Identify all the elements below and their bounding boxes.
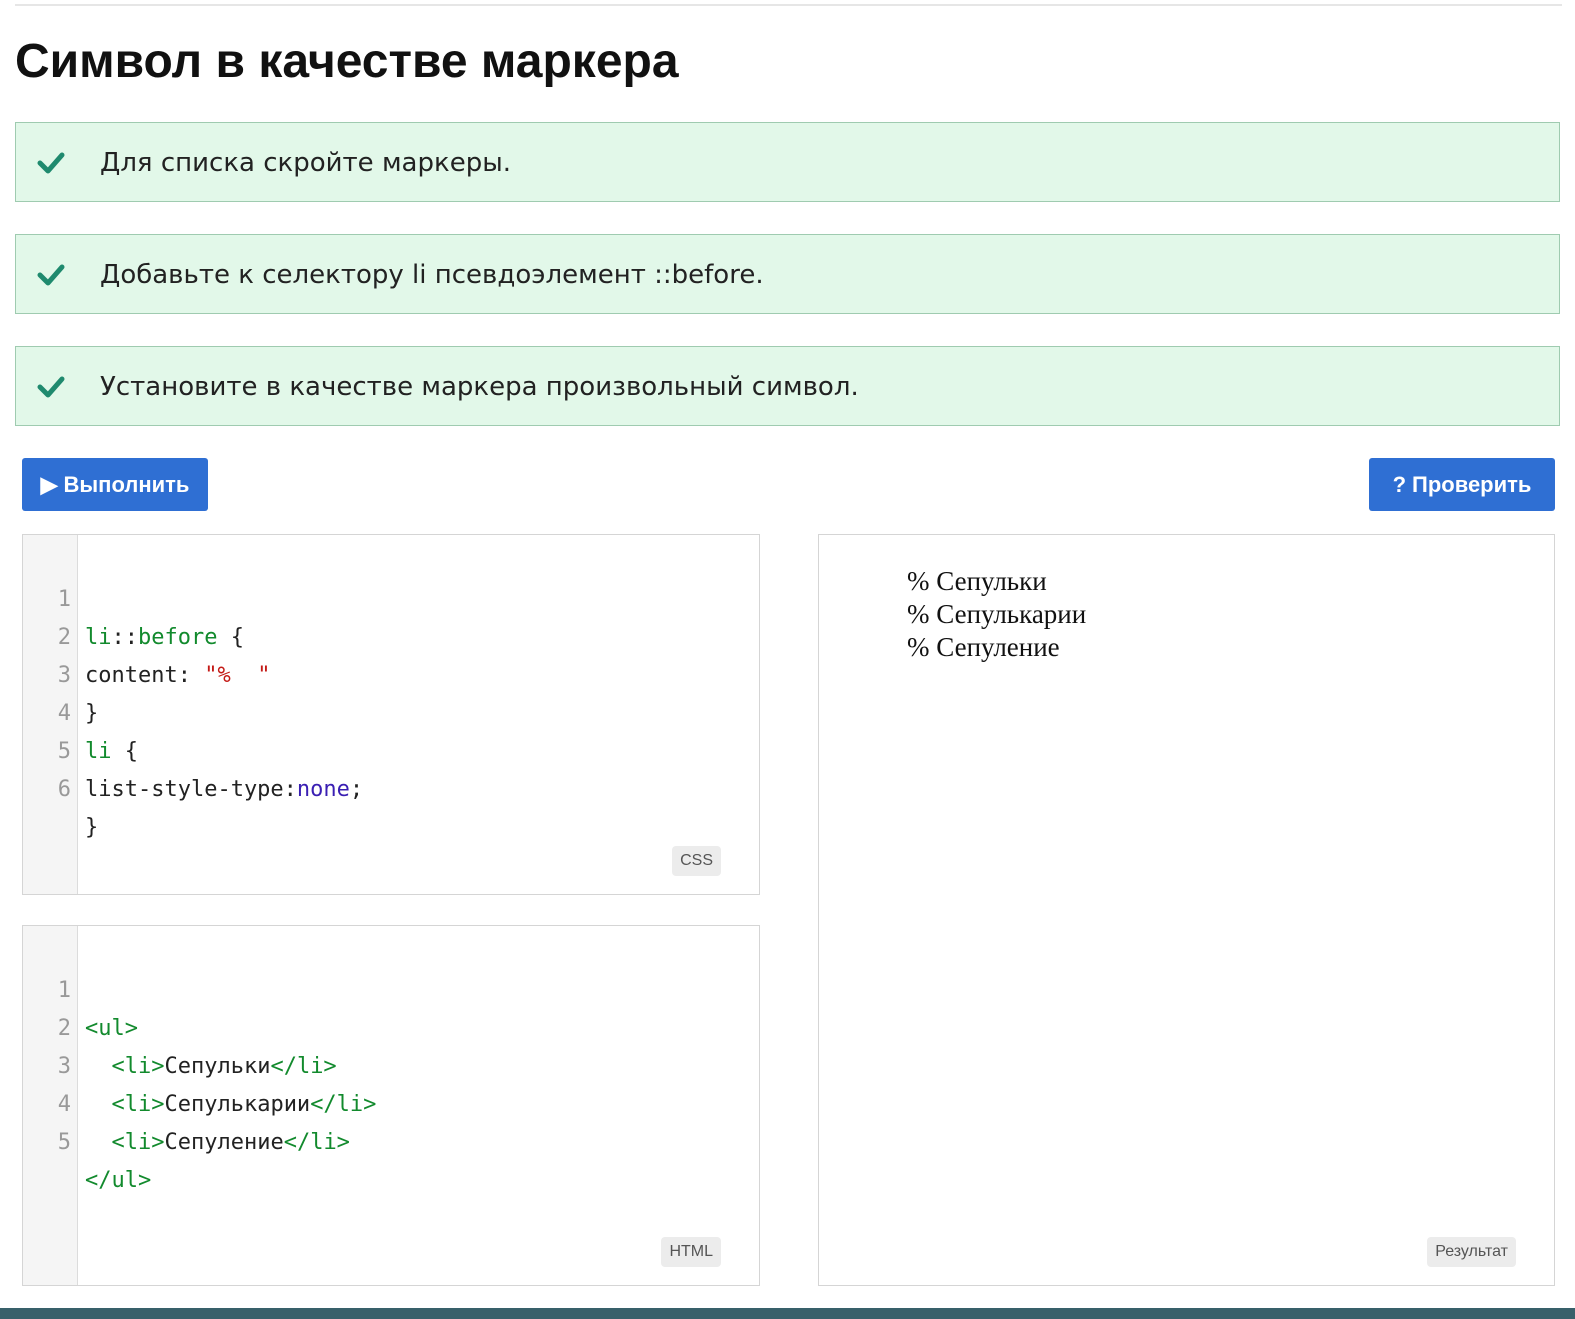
task-text: Добавьте к селектору li псевдоэлемент ::… <box>100 260 764 290</box>
run-button[interactable]: ▶ Выполнить <box>22 458 208 511</box>
task-text: Установите в качестве маркера произвольн… <box>100 372 859 402</box>
html-editor[interactable]: 1 <ul> 2 <li>Сепульки</li> 3 <li>Сепульк… <box>22 925 760 1286</box>
line-number: 5 <box>57 1130 71 1155</box>
code-line[interactable]: 3 } <box>23 619 759 726</box>
html-badge: HTML <box>661 1237 721 1267</box>
result-badge: Результат <box>1427 1237 1516 1267</box>
code-line[interactable]: 5 </ul> <box>23 1086 759 1193</box>
task-item: Добавьте к селектору li псевдоэлемент ::… <box>15 234 1560 314</box>
task-item: Для списка скройте маркеры. <box>15 122 1560 202</box>
code-line[interactable]: 1 <ul> <box>23 934 759 1041</box>
list-item: % Сепулькарии <box>907 599 1087 629</box>
code-line[interactable]: 5 list-style-type:none; <box>23 695 759 802</box>
check-icon <box>36 259 66 289</box>
code-line[interactable]: 2 <li>Сепульки</li> <box>23 972 759 1079</box>
play-icon: ▶ <box>40 471 58 497</box>
code-line[interactable]: 6 } <box>23 733 759 840</box>
check-button[interactable]: ? Проверить <box>1369 458 1555 511</box>
check-button-label: Проверить <box>1412 471 1532 497</box>
code-line[interactable]: 2 content: "% " <box>23 581 759 688</box>
css-badge: CSS <box>672 846 721 876</box>
top-divider <box>15 0 1562 6</box>
page-title: Символ в качестве маркера <box>15 35 679 88</box>
run-button-label: Выполнить <box>63 471 190 497</box>
bottom-bar <box>0 1308 1575 1319</box>
result-list: % Сепульки % Сепулькарии % Сепуление <box>907 565 1086 664</box>
check-icon <box>36 371 66 401</box>
code-line[interactable]: 1 li::before { <box>23 543 759 650</box>
list-item: % Сепуление <box>907 632 1060 662</box>
code-line[interactable]: 4 li { <box>23 657 759 764</box>
code-line[interactable]: 3 <li>Сепулькарии</li> <box>23 1010 759 1117</box>
line-number: 6 <box>57 777 71 802</box>
list-item: % Сепульки <box>907 566 1047 596</box>
question-icon: ? <box>1392 471 1407 497</box>
css-editor[interactable]: 1 li::before { 2 content: "% " 3 } 4 li … <box>22 534 760 895</box>
check-icon <box>36 147 66 177</box>
code-line[interactable]: 4 <li>Сепуление</li> <box>23 1048 759 1155</box>
task-text: Для списка скройте маркеры. <box>100 148 511 178</box>
task-item: Установите в качестве маркера произвольн… <box>15 346 1560 426</box>
result-panel: % Сепульки % Сепулькарии % Сепуление Рез… <box>818 534 1555 1286</box>
